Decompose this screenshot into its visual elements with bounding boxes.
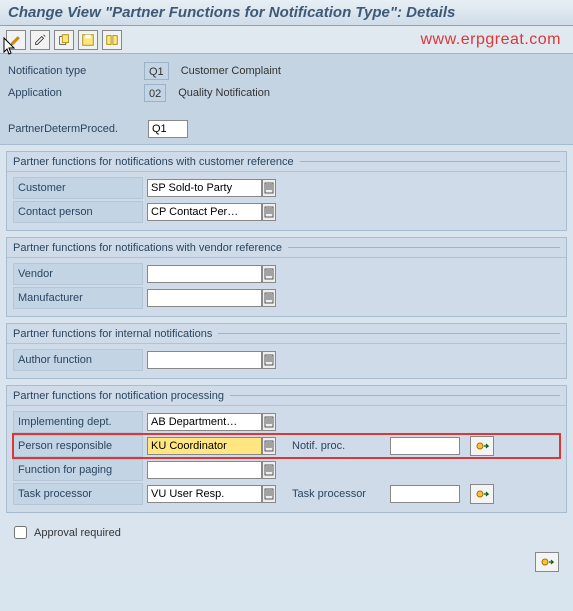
save-button[interactable] xyxy=(78,30,98,50)
manufacturer-input[interactable] xyxy=(147,289,262,307)
group-internal-title: Partner functions for internal notificat… xyxy=(13,328,212,340)
application-value: 02 xyxy=(144,84,166,102)
customer-input[interactable] xyxy=(147,179,262,197)
group-internal: Partner functions for internal notificat… xyxy=(6,323,567,379)
group-customer-ref: Partner functions for notifications with… xyxy=(6,151,567,231)
notification-type-label: Notification type xyxy=(8,65,138,77)
proced-input[interactable] xyxy=(148,120,188,138)
toolbar: www.erpgreat.com xyxy=(0,26,573,54)
dept-label: Implementing dept. xyxy=(13,411,143,433)
vendor-label: Vendor xyxy=(13,263,143,285)
customer-dropdown-icon[interactable] xyxy=(262,179,276,197)
author-input[interactable] xyxy=(147,351,262,369)
application-label: Application xyxy=(8,87,138,99)
task-label: Task processor xyxy=(13,483,143,505)
approval-checkbox[interactable] xyxy=(14,526,27,539)
person-label: Person responsible xyxy=(13,435,143,457)
notification-type-value: Q1 xyxy=(144,62,169,80)
vendor-dropdown-icon[interactable] xyxy=(262,265,276,283)
notif-proc-input[interactable] xyxy=(390,437,460,455)
group-vendor-ref: Partner functions for notifications with… xyxy=(6,237,567,317)
proced-label: PartnerDetermProced. xyxy=(8,123,138,135)
notif-proc-label: Notif. proc. xyxy=(292,440,382,452)
vendor-input[interactable] xyxy=(147,265,262,283)
contact-input[interactable] xyxy=(147,203,262,221)
watermark-text: www.erpgreat.com xyxy=(421,31,568,49)
manufacturer-label: Manufacturer xyxy=(13,287,143,309)
window-title: Change View "Partner Functions for Notif… xyxy=(0,0,573,26)
variant-button[interactable] xyxy=(102,30,122,50)
person-responsible-row: Person responsible Notif. proc. xyxy=(13,434,560,458)
notif-proc-action-button[interactable] xyxy=(470,436,494,456)
approval-label: Approval required xyxy=(34,527,121,539)
person-input[interactable] xyxy=(147,437,262,455)
group-vendor-title: Partner functions for notifications with… xyxy=(13,242,282,254)
paging-input[interactable] xyxy=(147,461,262,479)
dept-input[interactable] xyxy=(147,413,262,431)
group-processing-title: Partner functions for notification proce… xyxy=(13,390,224,402)
copy-as-button[interactable] xyxy=(54,30,74,50)
task2-label: Task processor xyxy=(292,488,382,500)
author-dropdown-icon[interactable] xyxy=(262,351,276,369)
customer-label: Customer xyxy=(13,177,143,199)
toggle-display-change-button[interactable] xyxy=(6,30,26,50)
task2-action-button[interactable] xyxy=(470,484,494,504)
header-block: Notification type Q1 Customer Complaint … xyxy=(0,54,573,145)
group-processing: Partner functions for notification proce… xyxy=(6,385,567,513)
contact-label: Contact person xyxy=(13,201,143,223)
paging-label: Function for paging xyxy=(13,459,143,481)
other-entry-button[interactable] xyxy=(30,30,50,50)
paging-dropdown-icon[interactable] xyxy=(262,461,276,479)
person-dropdown-icon[interactable] xyxy=(262,437,276,455)
dept-dropdown-icon[interactable] xyxy=(262,413,276,431)
contact-dropdown-icon[interactable] xyxy=(262,203,276,221)
application-desc: Quality Notification xyxy=(178,87,270,99)
task-input[interactable] xyxy=(147,485,262,503)
group-customer-title: Partner functions for notifications with… xyxy=(13,156,294,168)
manufacturer-dropdown-icon[interactable] xyxy=(262,289,276,307)
footer-action-button[interactable] xyxy=(535,552,559,572)
task-dropdown-icon[interactable] xyxy=(262,485,276,503)
author-label: Author function xyxy=(13,349,143,371)
task2-input[interactable] xyxy=(390,485,460,503)
notification-type-desc: Customer Complaint xyxy=(181,65,281,77)
